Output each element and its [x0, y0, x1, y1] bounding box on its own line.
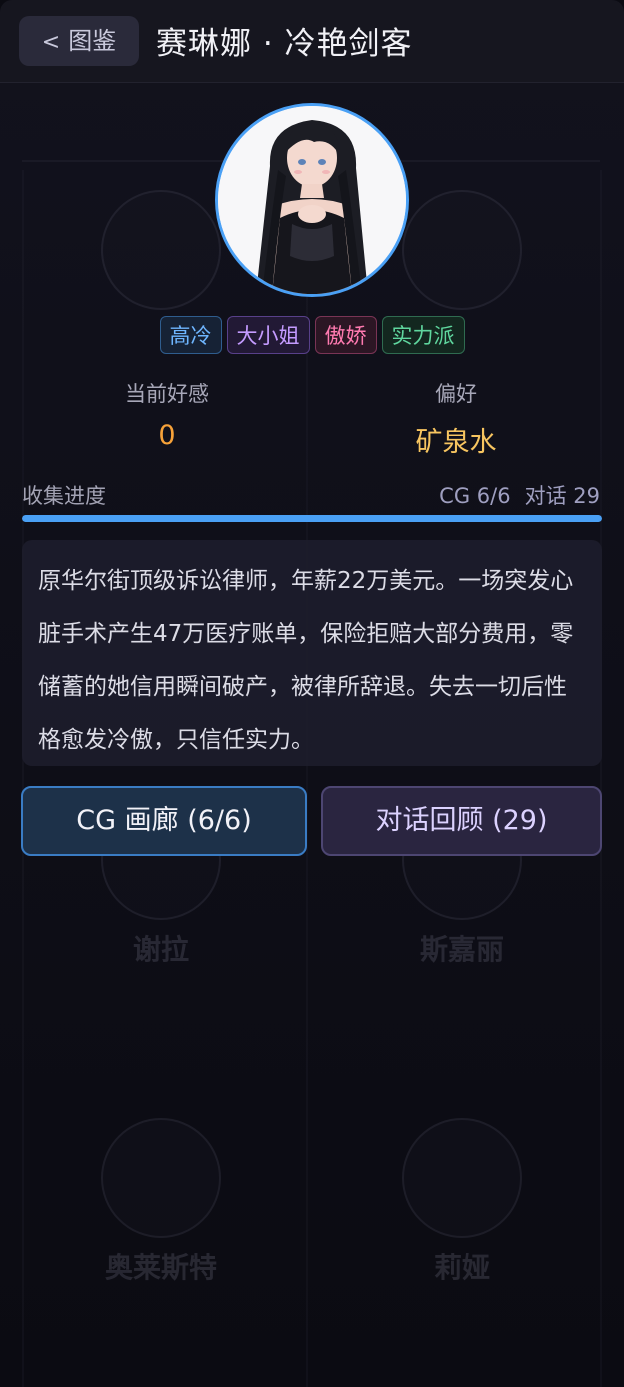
chevron-left-icon: < — [41, 30, 61, 55]
page-title: 赛琳娜 · 冷艳剑客 — [156, 26, 413, 62]
affection-label: 当前好感 — [125, 382, 209, 406]
bg-avatar — [101, 190, 221, 310]
back-button-label: 图鉴 — [68, 27, 117, 55]
preference-label: 偏好 — [435, 382, 477, 406]
progress-label: 收集进度 — [22, 484, 106, 508]
affection-stat: 当前好感 0 — [47, 378, 287, 451]
tag-badge: 大小姐 — [226, 316, 310, 354]
top-bar: < 图鉴 赛琳娜 · 冷艳剑客 — [0, 0, 624, 83]
bg-avatar — [101, 1118, 221, 1238]
trait-tags: 高冷 大小姐 傲娇 实力派 — [0, 316, 624, 354]
bg-card: 奥莱斯特 — [46, 1118, 276, 1286]
dialog-count: 对话 29 — [524, 484, 600, 508]
dialog-review-button[interactable]: 对话回顾 (29) — [321, 786, 602, 856]
cg-count: CG 6/6 — [439, 484, 511, 508]
tag-badge: 高冷 — [159, 316, 222, 354]
character-detail-screen: 谢拉 斯嘉丽 奥莱斯特 莉娅 < 图鉴 赛琳娜 · 冷艳剑客 高冷 大小姐 傲娇… — [0, 0, 624, 1387]
bg-avatar — [402, 190, 522, 310]
preference-value: 矿泉水 — [415, 427, 497, 458]
bg-card-name: 奥莱斯特 — [104, 1251, 217, 1284]
preference-stat: 偏好 矿泉水 — [336, 378, 576, 459]
affection-value: 0 — [158, 420, 176, 451]
tag-badge: 傲娇 — [314, 316, 377, 354]
character-portrait-icon — [218, 106, 406, 294]
bg-card-name: 莉娅 — [433, 1251, 490, 1284]
character-description: 原华尔街顶级诉讼律师，年薪22万美元。一场突发心脏手术产生47万医疗账单，保险拒… — [22, 540, 602, 766]
cg-gallery-button[interactable]: CG 画廊 (6/6) — [21, 786, 307, 856]
back-button[interactable]: < 图鉴 — [19, 16, 139, 66]
bg-card-name: 谢拉 — [132, 933, 189, 966]
progress-bar-fill — [22, 515, 602, 522]
tag-badge: 实力派 — [381, 316, 465, 354]
progress-counts: CG 6/6 对话 29 — [439, 480, 600, 510]
bg-card: 莉娅 — [347, 1118, 577, 1286]
bg-avatar — [402, 1118, 522, 1238]
character-avatar — [215, 103, 409, 297]
progress-bar — [22, 515, 602, 522]
bg-card-name: 斯嘉丽 — [419, 933, 504, 966]
